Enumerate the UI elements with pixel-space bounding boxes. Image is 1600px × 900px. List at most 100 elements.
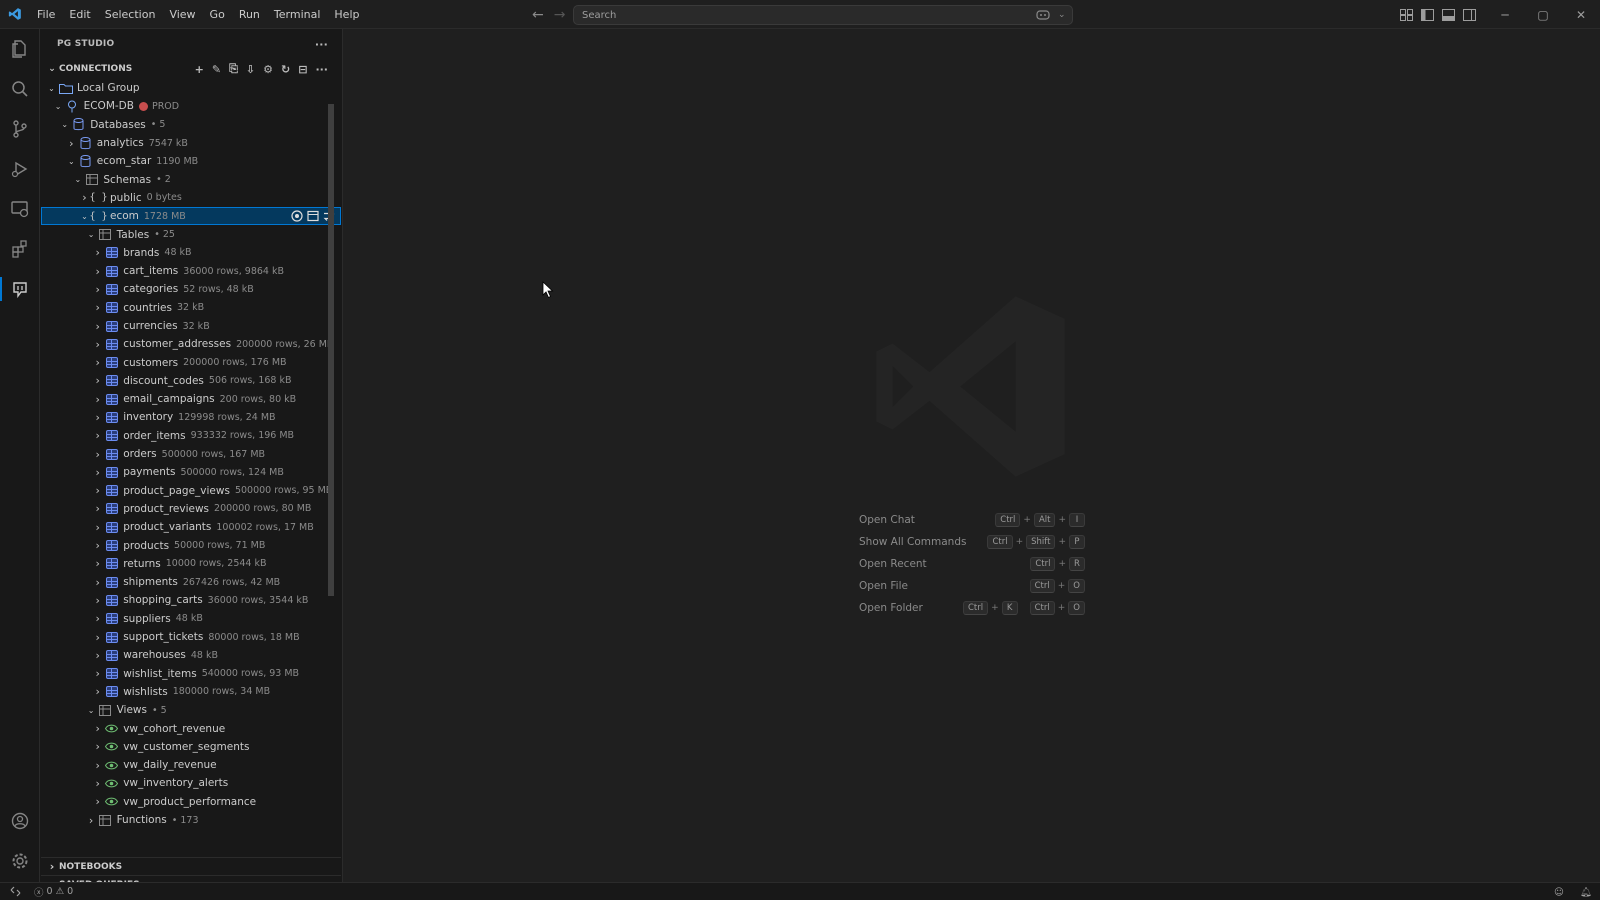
new-query-icon[interactable]: ⎘ — [229, 62, 238, 76]
chevron-right-icon[interactable]: › — [91, 557, 104, 570]
tree-item-vw-cohort-revenue[interactable]: › vw_cohort_revenue — [41, 719, 341, 737]
chevron-right-icon[interactable]: › — [91, 539, 104, 552]
remote-indicator-icon[interactable] — [0, 883, 30, 900]
menu-selection[interactable]: Selection — [98, 0, 163, 29]
chevron-right-icon[interactable]: › — [91, 649, 104, 662]
chevron-right-icon[interactable]: › — [91, 612, 104, 625]
chevron-right-icon[interactable]: › — [65, 137, 78, 150]
menu-file[interactable]: File — [30, 0, 62, 29]
chevron-right-icon[interactable]: › — [91, 722, 104, 735]
tree-item-local-group[interactable]: ⌄ Local Group — [41, 79, 341, 97]
chevron-right-icon[interactable]: › — [91, 411, 104, 424]
run-debug-icon[interactable] — [0, 149, 40, 189]
chevron-right-icon[interactable]: › — [91, 448, 104, 461]
tree-item-public[interactable]: ›{ } public 0 bytes — [41, 189, 341, 207]
shortcut-open-chat[interactable]: Open Chat Ctrl + Alt + I — [859, 509, 1085, 531]
customize-layout-icon[interactable] — [1400, 8, 1413, 21]
tree-item-table-email-campaigns[interactable]: › email_campaigns 200 rows, 80 kB — [41, 390, 341, 408]
collapse-all-icon[interactable]: ⊟ — [298, 63, 307, 76]
pg-studio-icon[interactable] — [0, 269, 40, 309]
tree-item-table-product-page-views[interactable]: › product_page_views 500000 rows, 95 MB — [41, 482, 341, 500]
chevron-down-icon[interactable]: ⌄ — [85, 706, 98, 715]
chevron-right-icon[interactable]: › — [91, 576, 104, 589]
arrow-right-icon[interactable]: → — [554, 7, 566, 23]
chevron-right-icon[interactable]: › — [85, 814, 98, 827]
menu-terminal[interactable]: Terminal — [267, 0, 328, 29]
tree-item-functions[interactable]: › Functions • 173 — [41, 811, 341, 829]
tree-item-vw-inventory-alerts[interactable]: › vw_inventory_alerts — [41, 774, 341, 792]
tree-item-table-orders[interactable]: › orders 500000 rows, 167 MB — [41, 445, 341, 463]
settings-icon[interactable]: ⚙ — [263, 63, 273, 76]
explorer-icon[interactable] — [0, 29, 40, 69]
remote-explorer-icon[interactable] — [0, 189, 40, 229]
chevron-right-icon[interactable]: › — [91, 393, 104, 406]
chevron-right-icon[interactable]: › — [91, 667, 104, 680]
chevron-right-icon[interactable]: › — [91, 502, 104, 515]
tree-item-vw-daily-revenue[interactable]: › vw_daily_revenue — [41, 756, 341, 774]
connections-section-header[interactable]: ⌄ CONNECTIONS + ✎ ⎘ ⇩ ⚙ ↻ ⊟ ··· — [41, 59, 342, 79]
arrow-left-icon[interactable]: ← — [532, 7, 544, 23]
tree-item-analytics[interactable]: › analytics 7547 kB — [41, 134, 341, 152]
chevron-right-icon[interactable]: › — [91, 594, 104, 607]
chevron-right-icon[interactable]: › — [91, 246, 104, 259]
tree-item-table-product-reviews[interactable]: › product_reviews 200000 rows, 80 MB — [41, 500, 341, 518]
menu-run[interactable]: Run — [232, 0, 267, 29]
accounts-icon[interactable] — [0, 801, 40, 841]
tree-item-table-payments[interactable]: › payments 500000 rows, 124 MB — [41, 463, 341, 481]
more-actions-icon[interactable]: ··· — [315, 38, 328, 51]
tree-item-schemas[interactable]: ⌄ Schemas • 2 — [41, 170, 341, 188]
tree-item-table-categories[interactable]: › categories 52 rows, 48 kB — [41, 280, 341, 298]
chevron-down-icon[interactable]: ⌄ — [58, 120, 71, 129]
tree-item-tables[interactable]: ⌄ Tables • 25 — [41, 225, 341, 243]
chevron-right-icon[interactable]: › — [91, 484, 104, 497]
tree-item-table-customer-addresses[interactable]: › customer_addresses 200000 rows, 26 MB — [41, 335, 341, 353]
chevron-right-icon[interactable]: › — [91, 466, 104, 479]
tree-item-table-wishlist-items[interactable]: › wishlist_items 540000 rows, 93 MB — [41, 665, 341, 683]
maximize-icon[interactable]: ▢ — [1524, 0, 1562, 29]
tree-item-table-order-items[interactable]: › order_items 933332 rows, 196 MB — [41, 427, 341, 445]
chevron-down-icon[interactable]: ⌄ — [71, 175, 84, 184]
shortcut-open-folder[interactable]: Open Folder Ctrl + K Ctrl + O — [859, 597, 1085, 619]
tree-item-table-customers[interactable]: › customers 200000 rows, 176 MB — [41, 353, 341, 371]
menu-edit[interactable]: Edit — [62, 0, 97, 29]
tree-item-table-products[interactable]: › products 50000 rows, 71 MB — [41, 536, 341, 554]
toggle-panel-icon[interactable] — [1442, 8, 1455, 21]
source-control-icon[interactable] — [0, 109, 40, 149]
chevron-right-icon[interactable]: › — [91, 521, 104, 534]
chevron-down-icon[interactable]: ⌄ — [85, 230, 98, 239]
more-icon[interactable]: ··· — [315, 63, 328, 76]
toggle-secondary-sidebar-icon[interactable] — [1463, 8, 1476, 21]
chevron-right-icon[interactable]: › — [91, 265, 104, 278]
tree-item-table-support-tickets[interactable]: › support_tickets 80000 rows, 18 MB — [41, 628, 341, 646]
chevron-right-icon[interactable]: › — [91, 301, 104, 314]
tree-item-ecom-star[interactable]: ⌄ ecom_star 1190 MB — [41, 152, 341, 170]
chevron-down-icon[interactable]: ⌄ — [45, 84, 58, 93]
add-connection-icon[interactable]: + — [195, 63, 204, 76]
tree-item-table-product-variants[interactable]: › product_variants 100002 rows, 17 MB — [41, 518, 341, 536]
chevron-right-icon[interactable]: › — [91, 777, 104, 790]
tree-item-table-suppliers[interactable]: › suppliers 48 kB — [41, 610, 341, 628]
chevron-right-icon[interactable]: › — [91, 795, 104, 808]
copilot-status-icon[interactable]: ☺ — [1554, 887, 1564, 898]
chevron-right-icon[interactable]: › — [91, 320, 104, 333]
chevron-down-icon[interactable]: ⌄ — [1058, 10, 1066, 20]
tree-item-views[interactable]: ⌄ Views • 5 — [41, 701, 341, 719]
chevron-down-icon[interactable]: ⌄ — [52, 102, 65, 111]
tree-item-table-wishlists[interactable]: › wishlists 180000 rows, 34 MB — [41, 683, 341, 701]
problems-indicator[interactable]: ⓧ 0 ⚠ 0 — [30, 885, 73, 899]
open-schema-icon[interactable] — [307, 210, 319, 222]
edit-connection-icon[interactable]: ✎ — [212, 63, 221, 76]
shortcut-open-recent[interactable]: Open Recent Ctrl + R — [859, 553, 1085, 575]
copilot-icon[interactable] — [1036, 9, 1050, 21]
chevron-right-icon[interactable]: › — [91, 631, 104, 644]
tree-item-table-warehouses[interactable]: › warehouses 48 kB — [41, 646, 341, 664]
chevron-right-icon[interactable]: › — [91, 429, 104, 442]
tree-item-table-returns[interactable]: › returns 10000 rows, 2544 kB — [41, 555, 341, 573]
refresh-icon[interactable]: ↻ — [281, 63, 290, 76]
minimize-icon[interactable]: ─ — [1486, 0, 1524, 29]
close-icon[interactable]: ✕ — [1562, 0, 1600, 29]
notebooks-section-header[interactable]: › NOTEBOOKS — [41, 857, 341, 875]
ai-assist-icon[interactable] — [291, 210, 303, 222]
chevron-right-icon[interactable]: › — [91, 685, 104, 698]
extensions-icon[interactable] — [0, 229, 40, 269]
